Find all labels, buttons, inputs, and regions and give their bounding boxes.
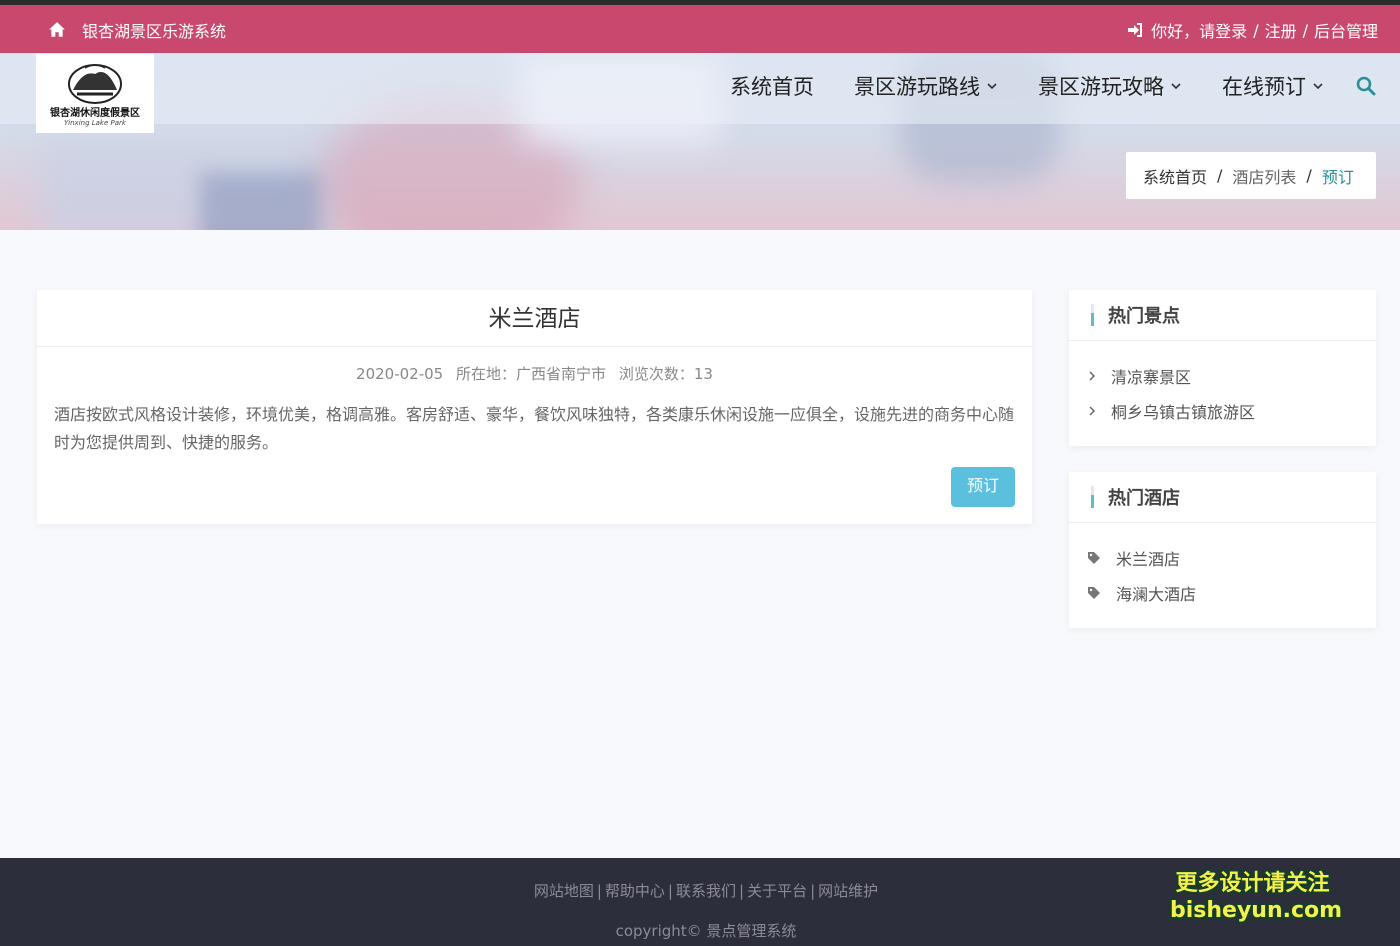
nav-routes[interactable]: 景区游玩路线 (854, 71, 998, 101)
view-count: 浏览次数：13 (618, 365, 713, 383)
login-link[interactable]: 你好，请登录 (1151, 18, 1247, 42)
nav-booking[interactable]: 在线预订 (1222, 71, 1324, 101)
separator: / (1253, 20, 1259, 40)
breadcrumb-separator: / (1217, 166, 1223, 185)
header-accent-bar (1091, 486, 1094, 508)
site-brand[interactable]: 银杏湖景区乐游系统 (48, 18, 226, 42)
chevron-right-icon (1089, 405, 1096, 416)
breadcrumb-current: 预订 (1321, 167, 1354, 187)
footer-link-contact[interactable]: 联系我们 (676, 882, 736, 900)
home-icon (49, 22, 65, 37)
hotel-description: 酒店按欧式风格设计装修，环境优美，格调高雅。客房舒适、豪华，餐饮风味独特，各类康… (54, 405, 1015, 452)
hotel-meta: 2020-02-05 所在地：广西省南宁市 浏览次数：13 (37, 363, 1032, 384)
top-bar: 银杏湖景区乐游系统 你好，请登录 / 注册 / 后台管理 (0, 5, 1400, 53)
site-name: 银杏湖景区乐游系统 (82, 22, 227, 41)
hot-hotel-item[interactable]: 海澜大酒店 (1087, 575, 1376, 610)
hot-hotels-title: 热门酒店 (1108, 488, 1180, 509)
watermark: 更多设计请关注 bisheyun.com (1170, 871, 1343, 923)
search-icon[interactable] (1356, 76, 1376, 96)
footer-link-help[interactable]: 帮助中心 (605, 882, 665, 900)
logo-emblem-icon (68, 64, 122, 104)
book-button[interactable]: 预订 (951, 467, 1015, 507)
chevron-down-icon (1171, 83, 1181, 90)
hot-hotels-panel: 热门酒店 米兰酒店 海澜大酒店 (1069, 472, 1376, 628)
admin-link[interactable]: 后台管理 (1314, 18, 1378, 42)
breadcrumb-separator: / (1306, 166, 1312, 185)
tag-icon (1088, 551, 1100, 564)
tag-icon (1088, 586, 1100, 599)
main-nav: 系统首页 景区游玩路线 景区游玩攻略 在线预订 (690, 71, 1376, 101)
breadcrumb: 系统首页 / 酒店列表 / 预订 (1126, 152, 1376, 199)
footer-link-about[interactable]: 关于平台 (747, 882, 807, 900)
logo-subtitle: Yinxing Lake Park (64, 119, 126, 127)
hot-hotel-item[interactable]: 米兰酒店 (1087, 540, 1376, 575)
hot-spots-header: 热门景点 (1069, 290, 1376, 341)
footer-link-maintenance[interactable]: 网站维护 (818, 882, 878, 900)
hot-spots-panel: 热门景点 清凉寨景区 桐乡乌镇古镇旅游区 (1069, 290, 1376, 446)
location-info: 所在地：广西省南宁市 (456, 365, 607, 383)
user-links: 你好，请登录 / 注册 / 后台管理 (1127, 18, 1378, 42)
hot-spot-item[interactable]: 清凉寨景区 (1087, 358, 1376, 393)
chevron-down-icon (987, 83, 997, 90)
nav-home[interactable]: 系统首页 (730, 71, 814, 101)
hotel-detail-card: 米兰酒店 2020-02-05 所在地：广西省南宁市 浏览次数：13 酒店按欧式… (37, 290, 1032, 524)
nav-guides[interactable]: 景区游玩攻略 (1038, 71, 1182, 101)
hot-hotels-header: 热门酒店 (1069, 472, 1376, 523)
register-link[interactable]: 注册 (1265, 18, 1297, 42)
hotel-title: 米兰酒店 (37, 290, 1032, 347)
publish-date: 2020-02-05 (356, 365, 444, 383)
hero-banner: 银杏湖休闲度假景区 Yinxing Lake Park 系统首页 景区游玩路线 … (0, 53, 1400, 230)
footer-link-sitemap[interactable]: 网站地图 (534, 882, 594, 900)
breadcrumb-hotel-list[interactable]: 酒店列表 (1232, 164, 1296, 188)
hot-spot-item[interactable]: 桐乡乌镇古镇旅游区 (1087, 393, 1376, 428)
chevron-down-icon (1313, 83, 1323, 90)
hot-spots-title: 热门景点 (1108, 306, 1180, 327)
separator: / (1302, 20, 1308, 40)
site-logo[interactable]: 银杏湖休闲度假景区 Yinxing Lake Park (36, 54, 154, 133)
sign-in-icon (1128, 23, 1143, 37)
header-accent-bar (1091, 304, 1094, 326)
breadcrumb-home[interactable]: 系统首页 (1143, 164, 1207, 188)
chevron-right-icon (1089, 370, 1096, 381)
logo-title: 银杏湖休闲度假景区 (50, 108, 140, 119)
